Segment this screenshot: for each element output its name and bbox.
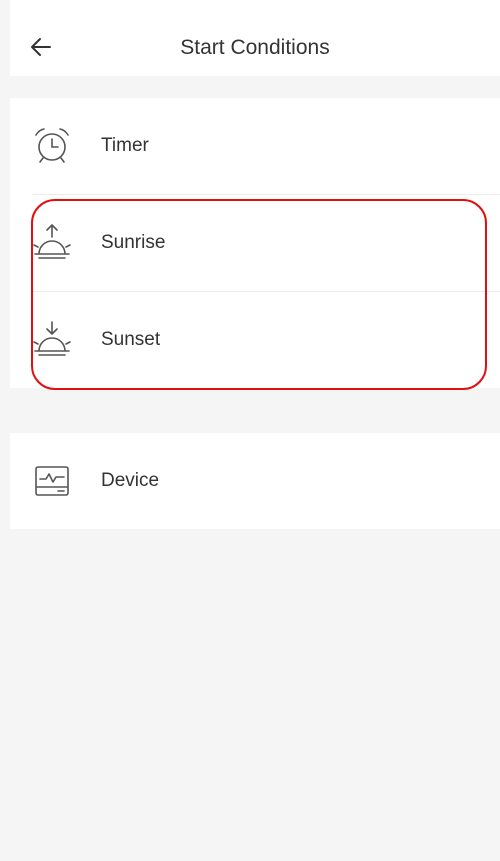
condition-list: Timer Sunrise Sunset bbox=[10, 98, 500, 388]
alarm-clock-icon bbox=[31, 125, 73, 167]
condition-label-sunset: Sunset bbox=[101, 328, 161, 350]
condition-item-sunset[interactable]: Sunset bbox=[10, 291, 500, 388]
condition-item-device[interactable]: Device bbox=[10, 433, 500, 529]
condition-label-sunrise: Sunrise bbox=[101, 231, 166, 253]
device-monitor-icon bbox=[31, 460, 73, 502]
app-header: Start Conditions bbox=[10, 0, 500, 76]
condition-item-sunrise[interactable]: Sunrise bbox=[10, 194, 500, 291]
condition-label-device: Device bbox=[101, 470, 160, 491]
sunset-icon bbox=[31, 319, 73, 361]
device-list: Device bbox=[10, 433, 500, 529]
sunrise-icon bbox=[31, 222, 73, 264]
page-title: Start Conditions bbox=[180, 36, 330, 59]
condition-item-timer[interactable]: Timer bbox=[10, 98, 500, 194]
condition-label-timer: Timer bbox=[101, 135, 149, 156]
